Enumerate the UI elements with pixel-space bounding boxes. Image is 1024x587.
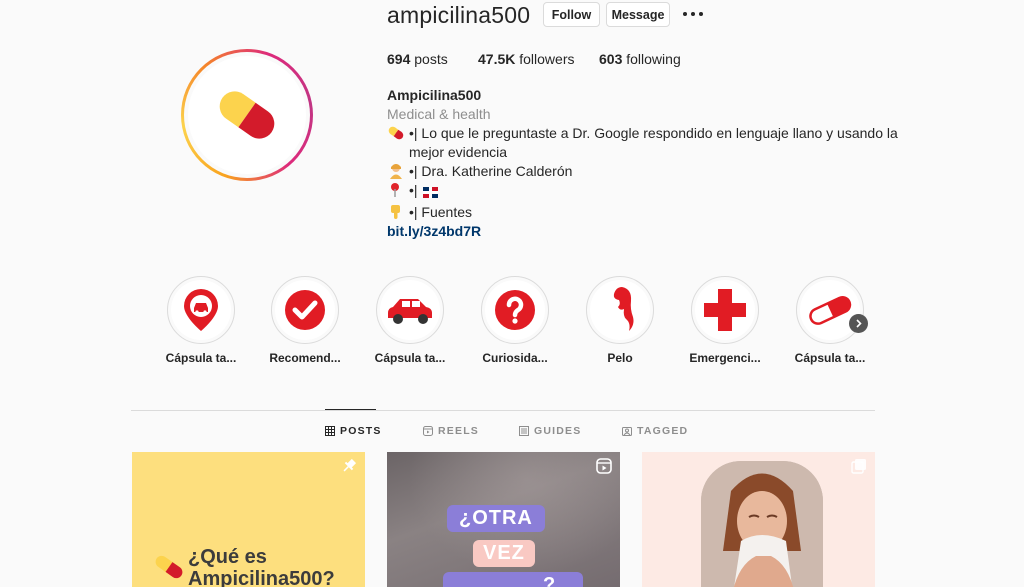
guides-icon: [519, 426, 529, 436]
post-tile[interactable]: ¿OTRA VEZ ?: [387, 452, 620, 587]
bio-line-1-text: •| Lo que le preguntaste a Dr. Google re…: [409, 125, 898, 160]
bio-line-3: •|: [387, 181, 907, 203]
highlight-ring: [796, 276, 864, 344]
tab-reels-label: REELS: [438, 425, 480, 437]
message-button[interactable]: Message: [606, 2, 670, 27]
profile-bio: Ampicilina500 Medical & health •| Lo que…: [387, 86, 907, 241]
reels-icon: [596, 458, 612, 474]
capsule-icon: [809, 295, 852, 325]
followers-stat[interactable]: 47.5K followers: [478, 51, 575, 67]
highlight-label: Recomend...: [269, 351, 341, 365]
highlight-ring: [691, 276, 759, 344]
followers-label: followers: [519, 51, 575, 67]
tab-guides-label: GUIDES: [534, 425, 582, 437]
bio-line-4-text: •| Fuentes: [409, 204, 473, 220]
avatar-gap: [184, 52, 310, 178]
more-options-icon[interactable]: [683, 6, 703, 22]
posts-label: posts: [414, 51, 448, 67]
tab-tagged[interactable]: TAGGED: [622, 425, 688, 437]
tab-reels[interactable]: REELS: [423, 425, 479, 437]
car-icon: [388, 299, 432, 324]
check-icon: [285, 290, 325, 330]
bio-line-3-text: •|: [409, 182, 418, 198]
highlight-label: Curiosida...: [482, 351, 548, 365]
highlight-item[interactable]: Emergenci...: [680, 276, 770, 365]
profile-avatar-ring[interactable]: [181, 49, 313, 181]
highlight-label: Cápsula ta...: [794, 351, 866, 365]
sneezing-woman-illustration: [701, 461, 823, 587]
bio-line-2: •| Dra. Katherine Calderón: [387, 162, 907, 181]
tagged-icon: [622, 427, 632, 436]
pill-icon: [387, 124, 409, 142]
posts-count-stat: 694 posts: [387, 51, 448, 67]
post-title-line-1: ¿OTRA: [447, 505, 545, 532]
capsule-logo-icon: [219, 91, 275, 139]
highlight-ring: [481, 276, 549, 344]
tab-guides[interactable]: GUIDES: [519, 425, 581, 437]
reels-icon: [423, 426, 433, 436]
bio-category: Medical & health: [387, 106, 491, 122]
highlight-item[interactable]: Cápsula ta...: [156, 276, 246, 365]
post-photo: [701, 461, 823, 587]
capsule-logo-icon: [155, 555, 183, 579]
highlights-next-button[interactable]: [849, 314, 868, 333]
highlight-label: Cápsula ta...: [374, 351, 446, 365]
post-title-line-3-text: ?: [543, 574, 556, 587]
highlight-cover: [171, 280, 231, 340]
following-label: following: [626, 51, 681, 67]
highlight-cover: [590, 280, 650, 340]
tab-posts[interactable]: POSTS: [325, 425, 382, 437]
chevron-right-icon: [856, 319, 862, 328]
highlight-item[interactable]: Curiosida...: [470, 276, 560, 365]
highlight-ring: [586, 276, 654, 344]
post-tile[interactable]: ¿Qué es Ampicilina500?: [132, 452, 365, 587]
highlight-item[interactable]: Pelo: [575, 276, 665, 365]
question-icon: [495, 290, 535, 330]
pointing-down-icon: [387, 203, 409, 221]
highlight-cover: [275, 280, 335, 340]
bio-line-2-text: •| Dra. Katherine Calderón: [409, 163, 573, 179]
highlight-cover: [800, 280, 860, 340]
avatar[interactable]: [188, 56, 306, 174]
dominican-flag-icon: [422, 184, 438, 203]
post-tile[interactable]: [642, 452, 875, 587]
bio-line-4: •| Fuentes: [387, 203, 907, 222]
pin-icon: [387, 181, 409, 199]
doctor-icon: [387, 162, 409, 180]
follow-button[interactable]: Follow: [543, 2, 600, 27]
highlight-item[interactable]: Recomend...: [260, 276, 350, 365]
highlight-ring: [376, 276, 444, 344]
tab-tagged-label: TAGGED: [637, 425, 689, 437]
highlight-item[interactable]: Cápsula ta...: [365, 276, 455, 365]
highlight-cover: [485, 280, 545, 340]
bio-line-1: •| Lo que le preguntaste a Dr. Google re…: [387, 124, 907, 162]
red-cross-icon: [704, 289, 746, 331]
post-title-line-2: VEZ: [473, 540, 535, 567]
bio-name: Ampicilina500: [387, 87, 482, 103]
multiple-images-icon: [851, 459, 866, 474]
post-title: ¿Qué es Ampicilina500?: [188, 546, 335, 587]
hair-icon: [613, 287, 634, 331]
profile-username: ampicilina500: [387, 2, 531, 28]
followers-count: 47.5K: [478, 51, 516, 67]
highlight-label: Cápsula ta...: [165, 351, 237, 365]
highlight-label: Emergenci...: [689, 351, 761, 365]
highlight-label: Pelo: [607, 351, 633, 365]
posts-count: 694: [387, 51, 411, 67]
car-location-icon: [184, 289, 218, 331]
highlight-cover: [380, 280, 440, 340]
bio-link[interactable]: bit.ly/3z4bd7R: [387, 222, 907, 241]
following-stat[interactable]: 603 following: [599, 51, 681, 67]
tab-posts-label: POSTS: [340, 425, 382, 437]
following-count: 603: [599, 51, 623, 67]
active-tab-indicator: [325, 409, 376, 410]
grid-icon: [325, 426, 335, 436]
post-title-line-3: ?: [443, 572, 583, 587]
tabs-divider: [131, 410, 875, 411]
highlight-ring: [271, 276, 339, 344]
pin-icon: [343, 458, 357, 472]
highlight-ring: [167, 276, 235, 344]
highlight-cover: [695, 280, 755, 340]
